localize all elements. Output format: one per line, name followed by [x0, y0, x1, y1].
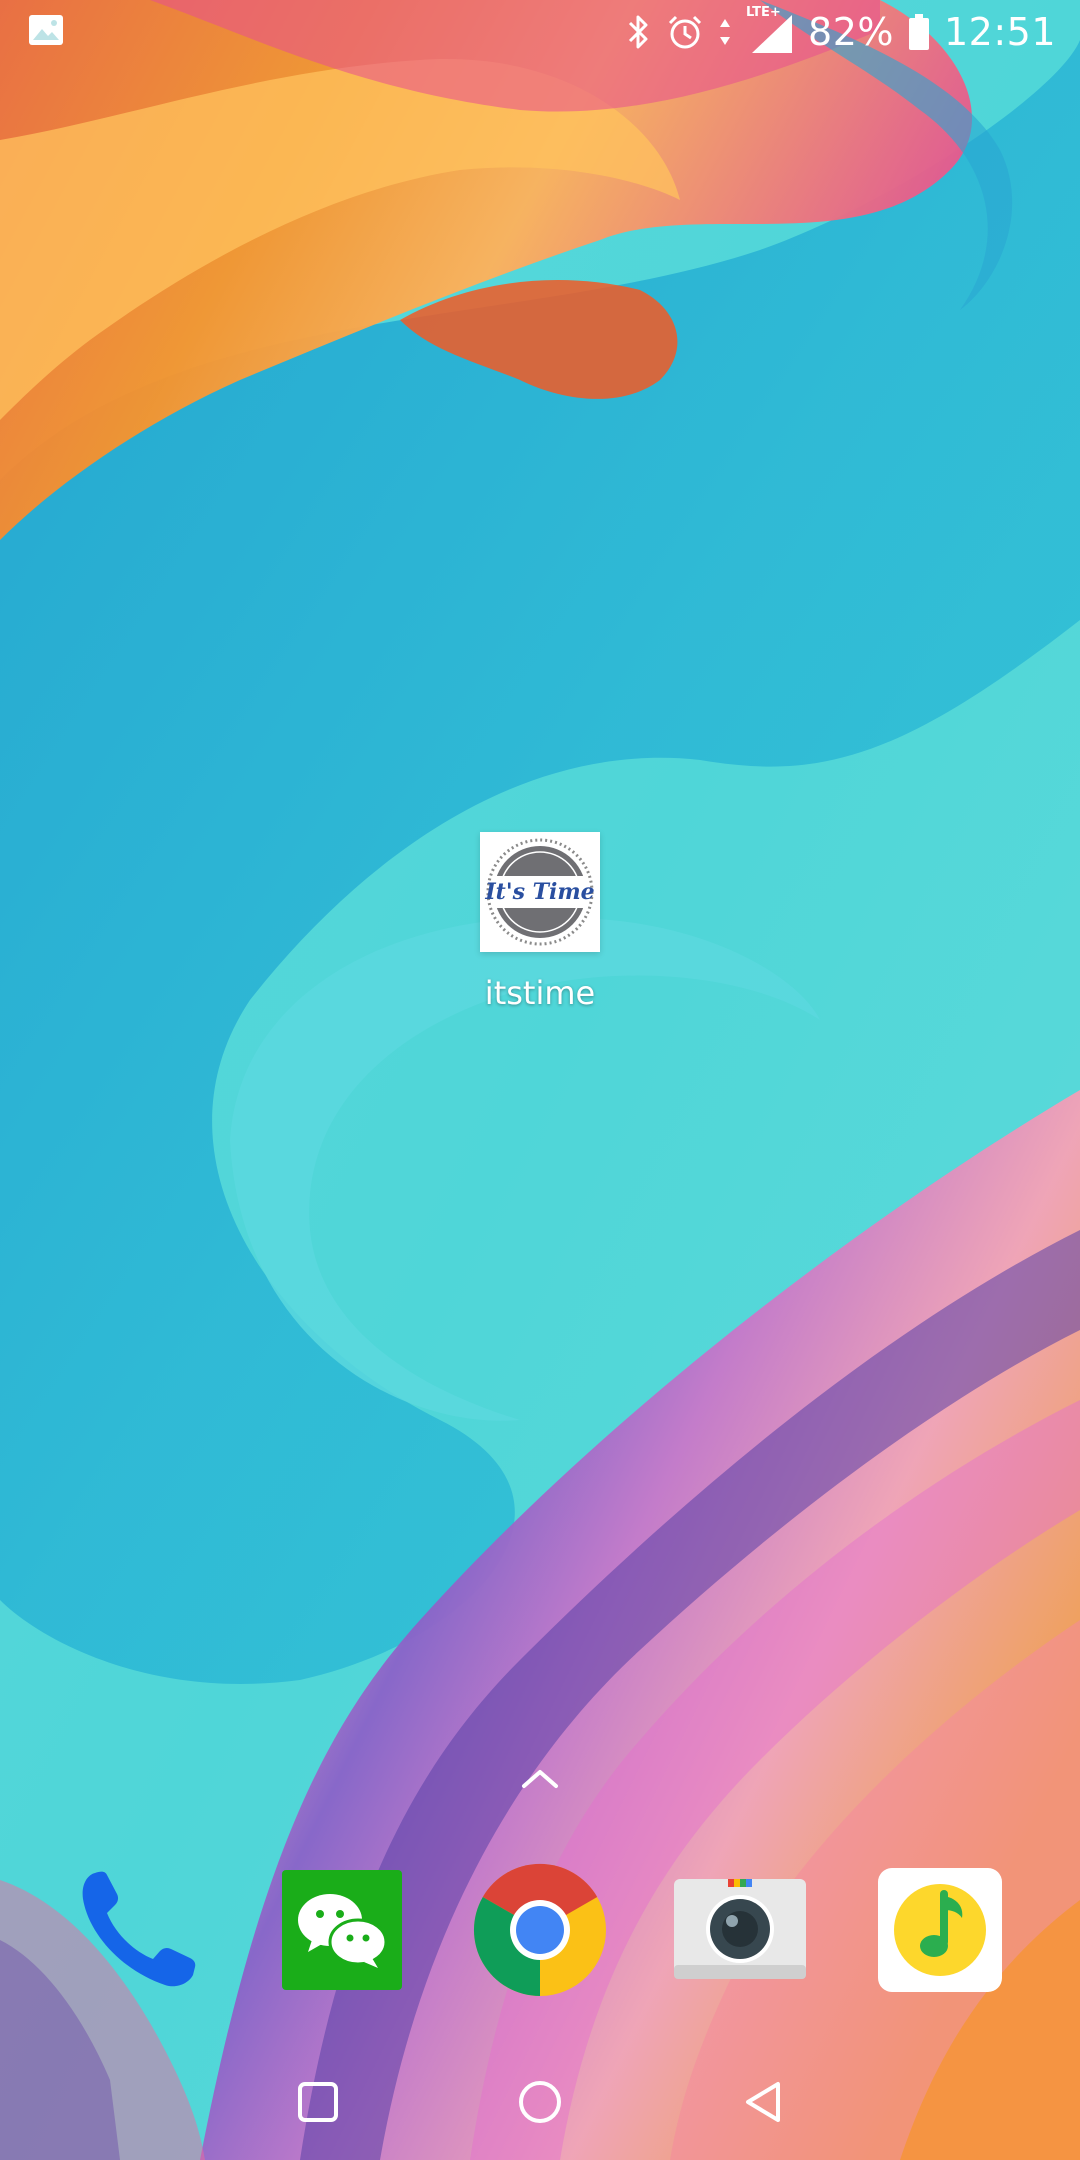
chevron-up-icon — [522, 1770, 558, 1788]
dock-app-camera[interactable] — [670, 1860, 810, 2000]
image-notification-icon — [28, 14, 64, 46]
recents-square-icon — [298, 2082, 338, 2122]
lte-signal-icon: LTE+ — [746, 5, 794, 55]
dock-app-phone[interactable] — [68, 1860, 208, 2000]
home-button[interactable] — [510, 2072, 570, 2132]
back-triangle-icon — [746, 2082, 780, 2122]
app-label-itstime: itstime — [484, 974, 596, 1012]
its-time-badge-icon: It's Time — [480, 832, 600, 952]
status-bar: LTE+ 82% 12:51 — [0, 0, 1080, 64]
bluetooth-icon — [626, 13, 652, 51]
recents-button[interactable] — [288, 2072, 348, 2132]
home-screen: LTE+ 82% 12:51 It's Time itstime — [0, 0, 1080, 2160]
wechat-icon — [282, 1870, 402, 1990]
phone-icon — [82, 1871, 196, 1987]
dock — [0, 1860, 1080, 2000]
dock-app-wechat[interactable] — [272, 1860, 412, 2000]
dock-app-qq-music[interactable] — [870, 1860, 1010, 2000]
battery-percent: 82% — [808, 10, 894, 54]
alarm-icon — [666, 13, 704, 51]
navigation-bar — [0, 2060, 1080, 2140]
camera-icon — [674, 1879, 806, 1979]
wallpaper — [0, 0, 1080, 2160]
chrome-icon — [473, 1863, 606, 1996]
clock: 12:51 — [943, 10, 1056, 54]
network-label: LTE+ — [746, 5, 781, 20]
back-button[interactable] — [734, 2072, 794, 2132]
app-drawer-handle[interactable] — [516, 1762, 564, 1792]
qq-music-icon — [878, 1868, 1002, 1992]
home-circle-icon — [519, 2081, 561, 2123]
data-arrows-icon — [718, 17, 732, 47]
its-time-badge-text: It's Time — [484, 879, 594, 905]
dock-app-chrome[interactable] — [470, 1860, 610, 2000]
battery-icon — [908, 13, 930, 51]
app-itstime[interactable]: It's Time itstime — [460, 832, 620, 1012]
